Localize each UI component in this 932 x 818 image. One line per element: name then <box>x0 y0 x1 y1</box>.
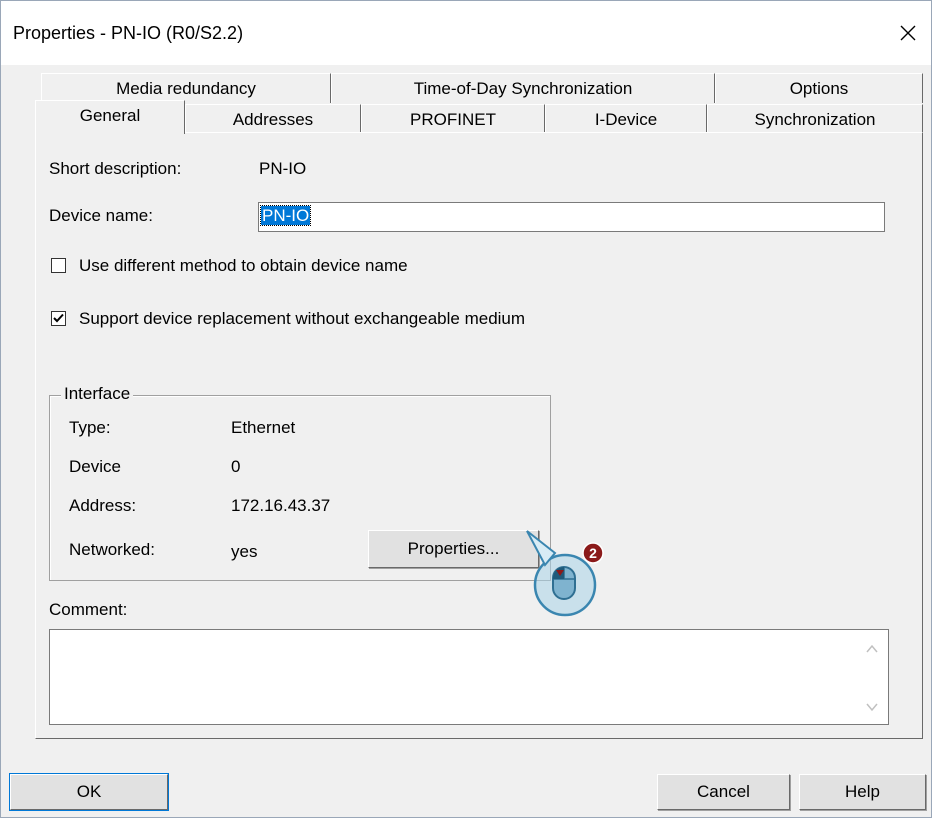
support-device-replacement-checkbox[interactable] <box>51 311 66 326</box>
tab-time-of-day-synchronization[interactable]: Time-of-Day Synchronization <box>331 73 715 103</box>
checkmark-icon <box>53 313 64 323</box>
ok-button[interactable]: OK <box>9 773 169 811</box>
mouse-click-callout-icon: 2 <box>526 530 604 617</box>
scroll-down-arrow-icon[interactable] <box>866 702 878 712</box>
tab-options[interactable]: Options <box>715 73 923 103</box>
interface-type-label: Type: <box>69 418 111 437</box>
tab-media-redundancy[interactable]: Media redundancy <box>41 73 331 103</box>
window-title: Properties - PN-IO (R0/S2.2) <box>13 23 244 43</box>
tab-synchronization[interactable]: Synchronization <box>707 104 923 133</box>
short-description-label: Short description: <box>49 159 182 178</box>
interface-networked-value: yes <box>231 542 258 561</box>
tab-addresses[interactable]: Addresses <box>185 104 361 133</box>
interface-address-label: Address: <box>69 496 137 515</box>
interface-properties-button[interactable]: Properties... <box>368 530 539 568</box>
interface-type-value: Ethernet <box>231 418 296 437</box>
short-description-value: PN-IO <box>259 159 307 178</box>
device-name-input[interactable]: PN-IO <box>258 202 885 232</box>
interface-device-label: Device <box>69 457 121 476</box>
device-name-selected-text: PN-IO <box>259 205 312 226</box>
interface-address-value: 172.16.43.37 <box>231 496 331 515</box>
support-device-replacement-label[interactable]: Support device replacement without excha… <box>79 309 525 329</box>
use-different-method-label[interactable]: Use different method to obtain device na… <box>79 256 408 276</box>
device-name-label: Device name: <box>49 206 153 225</box>
close-icon <box>900 25 916 41</box>
tab-i-device[interactable]: I-Device <box>545 104 707 133</box>
help-button[interactable]: Help <box>799 774 926 810</box>
interface-networked-label: Networked: <box>69 540 155 559</box>
comment-textarea[interactable] <box>49 629 889 725</box>
tab-general[interactable]: General <box>35 100 185 134</box>
step-number-badge: 2 <box>589 545 597 561</box>
scroll-up-arrow-icon[interactable] <box>866 644 878 654</box>
tab-profinet[interactable]: PROFINET <box>361 104 545 133</box>
interface-device-value: 0 <box>231 457 241 476</box>
title-bar: Properties - PN-IO (R0/S2.2) <box>1 1 931 65</box>
step-callout: 2 <box>519 523 619 623</box>
cancel-button[interactable]: Cancel <box>657 774 790 810</box>
close-button[interactable] <box>885 1 931 65</box>
comment-label: Comment: <box>49 600 128 619</box>
interface-group-title: Interface <box>61 384 134 404</box>
properties-dialog: Properties - PN-IO (R0/S2.2) Media redun… <box>0 0 932 818</box>
use-different-method-checkbox[interactable] <box>51 258 66 273</box>
